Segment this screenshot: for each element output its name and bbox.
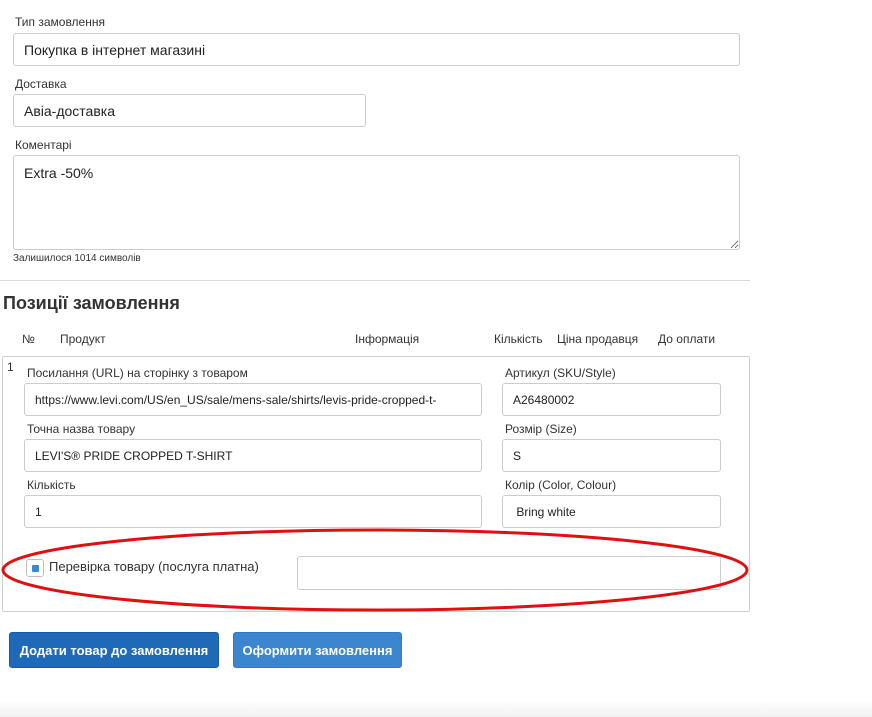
comments-label: Коментарі [15, 138, 72, 152]
remaining-characters: Залишилося 1014 символів [13, 253, 141, 264]
order-type-label: Тип замовлення [15, 15, 105, 29]
sku-label: Артикул (SKU/Style) [505, 366, 616, 380]
delivery-field[interactable] [13, 94, 366, 127]
header-product: Продукт [60, 332, 106, 346]
url-label: Посилання (URL) на сторінку з товаром [27, 366, 248, 380]
product-name-field[interactable] [24, 439, 482, 472]
header-number: № [22, 332, 35, 346]
header-quantity: Кількість [494, 332, 543, 346]
header-info: Інформація [355, 332, 420, 346]
size-label: Розмір (Size) [505, 422, 577, 436]
color-label: Колір (Color, Colour) [505, 478, 617, 492]
size-field[interactable] [502, 439, 721, 472]
product-name-label: Точна назва товару [27, 422, 136, 436]
sku-field[interactable] [502, 383, 721, 416]
header-seller-price: Ціна продавця [557, 332, 639, 346]
comments-textarea[interactable]: Extra -50% [13, 155, 740, 250]
delivery-label: Доставка [15, 77, 67, 91]
checkout-button[interactable]: Оформити замовлення [233, 632, 402, 668]
url-field[interactable] [24, 383, 482, 416]
page-bottom-shadow [0, 700, 872, 717]
add-item-button[interactable]: Додати товар до замовлення [9, 632, 219, 668]
annotation-ellipse [1, 528, 749, 612]
quantity-label: Кількість [27, 478, 76, 492]
divider [0, 280, 750, 281]
header-to-pay: До оплати [658, 332, 716, 346]
order-type-field[interactable] [13, 33, 740, 66]
section-title: Позиції замовлення [3, 293, 180, 313]
item-number: 1 [7, 360, 14, 374]
